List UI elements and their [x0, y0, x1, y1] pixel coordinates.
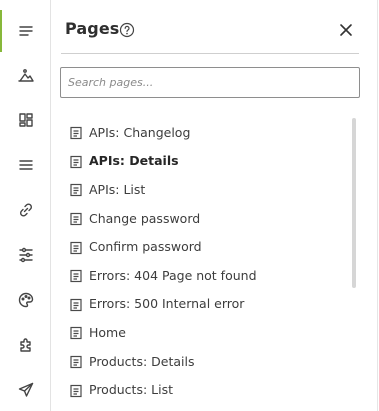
- scrollbar[interactable]: [352, 118, 356, 288]
- page-list: APIs: Changelog APIs: Details APIs: List Ch…: [69, 118, 349, 404]
- layout-button[interactable]: [0, 103, 51, 137]
- list-icon: [18, 160, 33, 170]
- page-label: Products: Details: [89, 353, 195, 369]
- page-label: Products: List: [89, 382, 174, 398]
- extensions-button[interactable]: [0, 328, 51, 362]
- page-label: APIs: Details: [89, 153, 179, 169]
- list-item[interactable]: Products: List: [69, 375, 349, 404]
- list-item[interactable]: Change password: [69, 204, 349, 233]
- page-icon: [69, 211, 83, 226]
- list-item[interactable]: APIs: Details: [69, 147, 349, 176]
- page-icon: [69, 182, 83, 197]
- menu-button[interactable]: [0, 10, 51, 52]
- page-icon: [69, 154, 83, 168]
- link-icon: [19, 203, 32, 217]
- page-label: Errors: 500 Internal error: [89, 296, 245, 312]
- panel-border: [377, 0, 378, 411]
- menu-lines-icon: [18, 26, 33, 36]
- list-button[interactable]: [0, 148, 51, 182]
- list-item[interactable]: APIs: Changelog: [69, 118, 349, 147]
- list-item[interactable]: Confirm password: [69, 232, 349, 261]
- question-circle-icon[interactable]: [119, 22, 135, 38]
- page-icon: [69, 240, 83, 254]
- page-label: Home: [89, 324, 126, 340]
- page-icon: [69, 383, 83, 397]
- images-button[interactable]: [0, 58, 51, 92]
- page-icon: [69, 268, 83, 283]
- page-icon: [69, 325, 83, 340]
- search-input[interactable]: [60, 67, 360, 98]
- sliders-icon: [18, 247, 33, 263]
- panel-title: Pages: [65, 19, 120, 38]
- links-button[interactable]: [0, 193, 51, 227]
- page-label: Errors: 404 Page not found: [89, 267, 257, 283]
- icon-rail: [0, 0, 51, 411]
- page-label: Change password: [89, 210, 201, 226]
- list-item[interactable]: Errors: 500 Internal error: [69, 290, 349, 319]
- landscape-icon: [17, 69, 34, 82]
- list-item[interactable]: Errors: 404 Page not found: [69, 261, 349, 290]
- puzzle-icon: [19, 338, 31, 352]
- send-icon: [18, 382, 33, 397]
- theme-button[interactable]: [0, 283, 51, 317]
- settings-button[interactable]: [0, 238, 51, 272]
- list-item[interactable]: Home: [69, 318, 349, 347]
- page-label: APIs: Changelog: [89, 124, 191, 140]
- list-item[interactable]: APIs: List: [69, 175, 349, 204]
- page-label: APIs: List: [89, 181, 146, 197]
- close-icon[interactable]: [339, 22, 353, 36]
- page-label: Confirm password: [89, 239, 202, 255]
- palette-icon: [18, 292, 33, 308]
- pages-panel: Pages APIs: ChangelogAPIs: DetailsAPIs: …: [51, 0, 378, 411]
- list-item[interactable]: Products: Details: [69, 347, 349, 376]
- page-icon: [69, 354, 83, 369]
- grid-icon: [18, 113, 33, 127]
- header-divider: [61, 53, 359, 54]
- page-icon: [69, 125, 83, 140]
- page-icon: [69, 297, 83, 311]
- publish-button[interactable]: [0, 373, 51, 407]
